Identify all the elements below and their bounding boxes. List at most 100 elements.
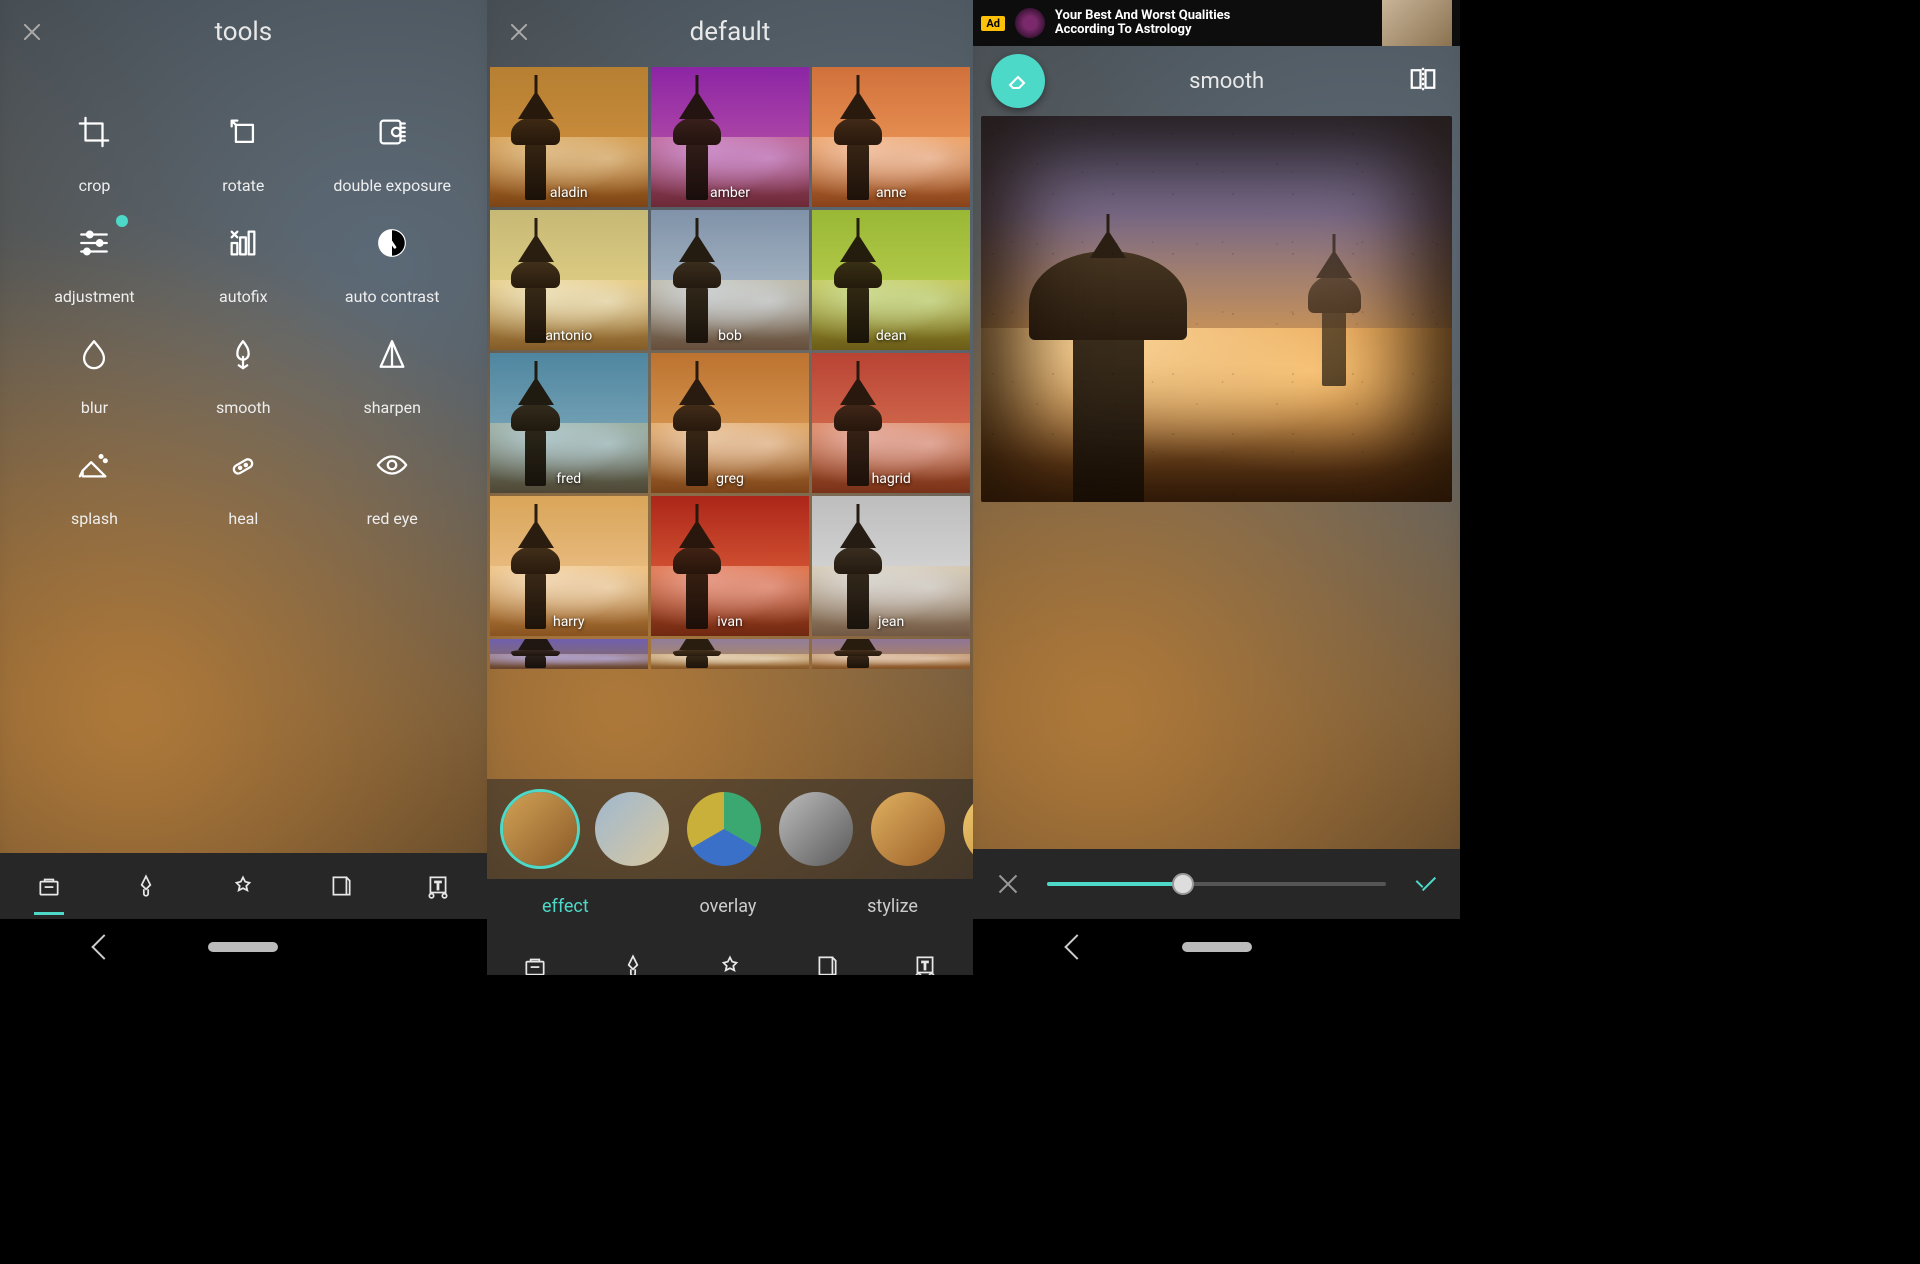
toolbar-toolbox[interactable] [32, 869, 66, 903]
style-soft[interactable] [595, 792, 669, 866]
tool-label: adjustment [54, 287, 134, 306]
toolbar-text[interactable]: T [908, 949, 942, 975]
close-icon[interactable] [509, 22, 529, 42]
svg-text:T: T [921, 959, 928, 972]
toolbar-toolbox[interactable] [518, 949, 552, 975]
header: tools [0, 0, 487, 64]
filter-anne[interactable]: anne [812, 67, 970, 207]
tool-rotate[interactable]: rotate [169, 84, 318, 195]
nav-back-icon[interactable] [91, 934, 116, 959]
style-strip [487, 779, 974, 879]
svg-text:T: T [435, 879, 442, 892]
page-title: default [529, 17, 932, 47]
filter-label: dean [812, 328, 970, 344]
nav-back-icon[interactable] [1065, 934, 1090, 959]
style-default[interactable] [503, 792, 577, 866]
bottom-toolbar: T [0, 853, 487, 919]
filter-jean[interactable]: jean [812, 496, 970, 636]
filter-aladin[interactable]: aladin [490, 67, 648, 207]
filter-dean[interactable]: dean [812, 210, 970, 350]
tool-heal[interactable]: heal [169, 417, 318, 528]
tab-stylize[interactable]: stylize [867, 896, 918, 917]
tool-label: splash [71, 509, 118, 528]
tool-label: auto contrast [345, 287, 440, 306]
style-warm[interactable] [871, 792, 945, 866]
ad-badge: Ad [981, 16, 1005, 31]
tool-label: double exposure [333, 176, 451, 195]
toolbar-brush[interactable] [129, 869, 163, 903]
panel-filters: default aladinamberanne antoniobobdean fre… [487, 0, 974, 975]
tool-splash[interactable]: splash [20, 417, 169, 528]
filter-label: anne [812, 185, 970, 201]
filter-greg[interactable]: greg [651, 353, 809, 493]
filter-label: greg [651, 471, 809, 487]
toolbar-layers[interactable] [324, 869, 358, 903]
tool-label: sharpen [363, 398, 421, 417]
filter-harry[interactable]: harry [490, 496, 648, 636]
style-mono[interactable] [779, 792, 853, 866]
toolbar-brush[interactable] [616, 949, 650, 975]
tool-autofix[interactable]: autofix [169, 195, 318, 306]
nav-home-pill[interactable] [208, 942, 278, 952]
ad-banner[interactable]: Ad Your Best And Worst Qualities Accordi… [973, 0, 1460, 46]
filter-hagrid[interactable]: hagrid [812, 353, 970, 493]
effect-tabs: effect overlay stylize [487, 879, 974, 933]
tool-auto-contrast[interactable]: auto contrast [318, 195, 467, 306]
slider-bar [973, 849, 1460, 919]
style-split[interactable] [687, 792, 761, 866]
toolbar-effects[interactable] [713, 949, 747, 975]
tool-label: autofix [219, 287, 268, 306]
ad-text: Your Best And Worst Qualities According … [1055, 9, 1372, 38]
crop-icon [74, 112, 114, 152]
filter-label: harry [490, 614, 648, 630]
tool-crop[interactable]: crop [20, 84, 169, 195]
tool-smooth[interactable]: smooth [169, 306, 318, 417]
tools-grid: crop rotate double exposure adjustment autof… [0, 64, 487, 528]
auto-contrast-icon [372, 223, 412, 263]
close-icon[interactable] [22, 22, 42, 42]
tool-label: red eye [367, 509, 418, 528]
filter-peek[interactable] [490, 639, 648, 669]
cancel-button[interactable] [995, 871, 1021, 897]
ad-logo-icon [1015, 8, 1045, 38]
tool-double-exposure[interactable]: double exposure [318, 84, 467, 195]
ad-line2: According To Astrology [1055, 23, 1372, 37]
android-navbar [973, 919, 1460, 975]
tab-effect[interactable]: effect [542, 896, 589, 917]
erase-button[interactable] [991, 54, 1045, 108]
double-exposure-icon [372, 112, 412, 152]
filter-label: jean [812, 614, 970, 630]
tool-label: blur [81, 398, 108, 417]
filter-grid: aladinamberanne antoniobobdean fredgreghag… [487, 64, 974, 779]
tool-sharpen[interactable]: sharpen [318, 306, 467, 417]
filter-ivan[interactable]: ivan [651, 496, 809, 636]
page-title: smooth [1045, 69, 1408, 94]
style-gold[interactable] [963, 792, 974, 866]
ad-image [1382, 0, 1452, 46]
filter-peek[interactable] [812, 639, 970, 669]
compare-icon[interactable] [1408, 64, 1442, 98]
confirm-button[interactable] [1412, 871, 1438, 897]
filter-peek[interactable] [651, 639, 809, 669]
filter-label: antonio [490, 328, 648, 344]
toolbar-text[interactable]: T [421, 869, 455, 903]
tab-overlay[interactable]: overlay [699, 896, 756, 917]
filter-antonio[interactable]: antonio [490, 210, 648, 350]
page-title: tools [42, 17, 445, 47]
tool-blur[interactable]: blur [20, 306, 169, 417]
tool-red-eye[interactable]: red eye [318, 417, 467, 528]
intensity-slider[interactable] [1047, 882, 1386, 886]
filter-amber[interactable]: amber [651, 67, 809, 207]
filter-bob[interactable]: bob [651, 210, 809, 350]
toolbar-layers[interactable] [810, 949, 844, 975]
smooth-icon [223, 334, 263, 374]
tool-adjustment[interactable]: adjustment [20, 195, 169, 306]
tool-label: rotate [222, 176, 264, 195]
filter-label: amber [651, 185, 809, 201]
toolbar-effects[interactable] [226, 869, 260, 903]
autofix-icon [223, 223, 263, 263]
image-preview[interactable] [981, 116, 1452, 502]
rotate-icon [223, 112, 263, 152]
nav-home-pill[interactable] [1182, 942, 1252, 952]
filter-fred[interactable]: fred [490, 353, 648, 493]
